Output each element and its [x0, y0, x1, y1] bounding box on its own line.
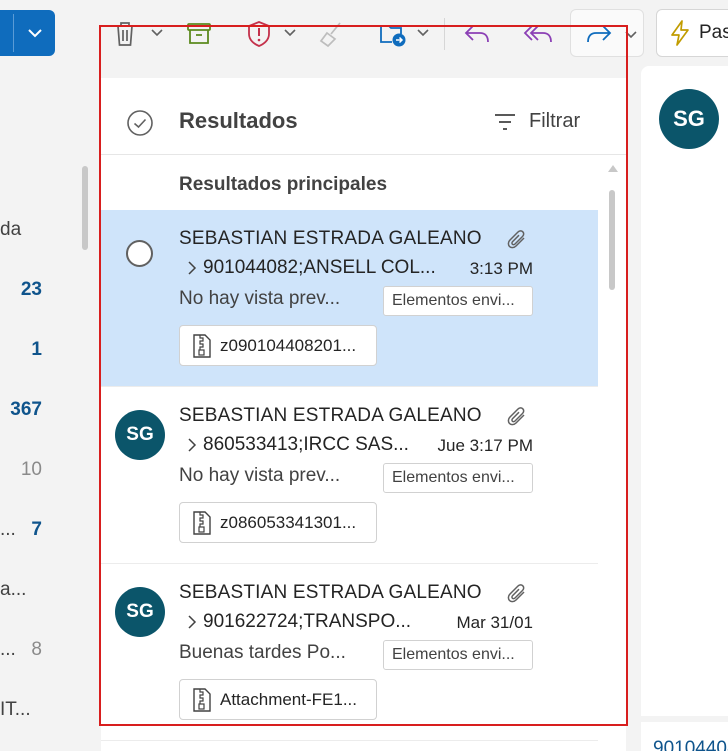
quick-steps-label: Pas: [699, 22, 728, 43]
folder-item[interactable]: 23: [0, 279, 96, 309]
move-to-button[interactable]: [378, 20, 408, 48]
zip-file-icon: [193, 510, 211, 535]
attachment-chip[interactable]: z086053341301...: [179, 502, 377, 543]
folder-label: ...: [0, 639, 16, 660]
filter-label: Filtrar: [529, 110, 581, 132]
lightning-icon: [671, 20, 689, 46]
command-toolbar: Pas: [0, 0, 728, 66]
delete-icon: [115, 22, 135, 46]
message-list-scrollbar[interactable]: [609, 190, 615, 290]
move-icon: [380, 25, 406, 47]
reply-icon: [464, 25, 489, 43]
folder-tag: Elementos envi...: [383, 463, 533, 493]
paperclip-icon: [507, 230, 525, 249]
delete-button[interactable]: [112, 20, 138, 48]
sweep-button[interactable]: [318, 20, 344, 48]
forward-icon: [587, 25, 612, 43]
unread-count: 1: [31, 339, 42, 360]
new-mail-split-button[interactable]: [0, 10, 55, 56]
folder-label: a...: [0, 579, 27, 600]
scroll-up-arrow-icon[interactable]: [608, 164, 618, 172]
reading-pane-footer: 90104408: [641, 722, 728, 751]
reading-pane-text[interactable]: 90104408: [653, 738, 728, 751]
message-subject: 860533413;IRCC SAS...: [203, 434, 409, 455]
zip-file-icon: [193, 687, 211, 712]
chevron-right-icon[interactable]: [187, 614, 197, 630]
folder-tag: Elementos envi...: [383, 640, 533, 670]
attachment-name: Attachment-FE1...: [220, 689, 357, 709]
report-button[interactable]: [245, 20, 273, 48]
select-all-check-icon[interactable]: [126, 109, 154, 137]
message-sender: SEBASTIAN ESTRADA GALEANO: [179, 582, 482, 603]
report-dropdown-chevron-icon[interactable]: [283, 28, 297, 38]
delete-dropdown-chevron-icon[interactable]: [150, 28, 164, 38]
unread-count: 7: [31, 519, 42, 540]
folder-item[interactable]: IT...: [0, 699, 96, 729]
sweep-icon: [319, 22, 341, 48]
forward-dropdown-chevron-icon[interactable]: [624, 30, 638, 40]
attachment-name: z086053341301...: [220, 512, 357, 532]
message-sender: SEBASTIAN ESTRADA GALEANO: [179, 405, 482, 426]
folder-label: IT...: [0, 699, 31, 720]
archive-icon: [187, 23, 211, 44]
paperclip-icon: [507, 584, 525, 603]
avatar: SG: [115, 410, 165, 460]
attachment-chip[interactable]: Attachment-FE1...: [179, 679, 377, 720]
message-subject: 901622724;TRANSPO...: [203, 611, 412, 632]
folder-item[interactable]: 10: [0, 459, 96, 489]
toolbar-separator: [444, 18, 445, 50]
message-item[interactable]: SG SEBASTIAN ESTRADA GALEANO 901622724;T…: [101, 564, 598, 741]
folder-item[interactable]: ... 8: [0, 639, 96, 669]
chevron-right-icon[interactable]: [187, 437, 197, 453]
folder-label: ...: [0, 519, 16, 540]
folder-label: da: [0, 219, 22, 240]
results-title: Resultados: [179, 108, 298, 133]
attachment-name: z090104408201...: [220, 335, 357, 355]
message-subject: 901044082;ANSELL COL...: [203, 257, 436, 278]
forward-split-button[interactable]: [570, 9, 644, 57]
split-divider: [13, 14, 14, 52]
unread-count: 367: [10, 399, 42, 420]
folder-item[interactable]: 367: [0, 399, 96, 429]
folder-item[interactable]: a...: [0, 579, 96, 609]
message-time: Jue 3:17 PM: [437, 436, 533, 455]
filter-button[interactable]: Filtrar: [493, 110, 580, 133]
section-title: Resultados principales: [179, 174, 388, 195]
item-count: 10: [20, 459, 42, 480]
item-count: 8: [31, 639, 42, 660]
archive-button[interactable]: [185, 20, 213, 48]
message-sender: SEBASTIAN ESTRADA GALEANO: [179, 228, 482, 249]
unread-count: 23: [20, 279, 42, 300]
message-time: 3:13 PM: [469, 259, 533, 278]
avatar: SG: [115, 587, 165, 637]
select-message-radio[interactable]: [126, 240, 153, 267]
zip-file-icon: [193, 333, 211, 358]
filter-icon: [495, 113, 515, 130]
paperclip-icon: [507, 407, 525, 426]
folder-item[interactable]: da: [0, 219, 96, 249]
folder-pane: da 23 1 367 10 ... 7 a... ... 8 IT...: [0, 66, 100, 751]
reply-all-icon: [523, 25, 552, 43]
folder-tag: Elementos envi...: [383, 286, 533, 316]
chevron-right-icon[interactable]: [187, 260, 197, 276]
folder-item[interactable]: ... 7: [0, 519, 96, 549]
attachment-chip[interactable]: z090104408201...: [179, 325, 377, 366]
move-dropdown-chevron-icon[interactable]: [416, 28, 430, 38]
message-list: Resultados Filtrar Resultados principale…: [101, 78, 626, 751]
message-time: Mar 31/01: [456, 613, 533, 632]
message-preview: No hay vista prev...: [179, 465, 341, 486]
quick-steps-button[interactable]: Pas: [656, 9, 728, 57]
sender-avatar: SG: [659, 89, 719, 149]
message-preview: No hay vista prev...: [179, 288, 341, 309]
message-item[interactable]: SG SEBASTIAN ESTRADA GALEANO 860533413;I…: [101, 387, 598, 564]
message-item[interactable]: SEBASTIAN ESTRADA GALEANO 901044082;ANSE…: [101, 210, 598, 387]
folder-item[interactable]: 1: [0, 339, 96, 369]
reply-button[interactable]: [463, 20, 491, 48]
chevron-down-icon[interactable]: [26, 24, 44, 42]
reading-pane: SG: [641, 66, 728, 716]
message-preview: Buenas tardes Po...: [179, 642, 346, 663]
reply-all-button[interactable]: [523, 20, 553, 48]
list-header: Resultados Filtrar: [101, 78, 626, 155]
report-icon: [248, 21, 270, 47]
